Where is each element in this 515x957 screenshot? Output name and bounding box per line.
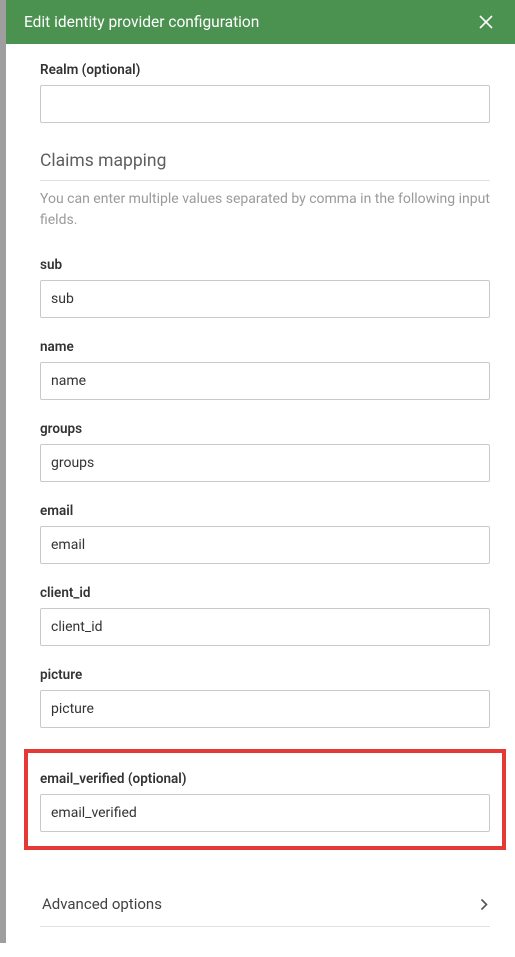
close-button[interactable] (475, 11, 497, 33)
claims-help-text: You can enter multiple values separated … (40, 189, 490, 231)
advanced-options-row[interactable]: Advanced options (40, 882, 490, 927)
email-label: email (40, 503, 490, 519)
emailverified-label: email_verified (optional) (40, 771, 490, 787)
groups-input[interactable] (40, 444, 490, 482)
close-icon (479, 15, 493, 29)
email-input[interactable] (40, 526, 490, 564)
clientid-input[interactable] (40, 608, 490, 646)
emailverified-field-group: email_verified (optional) (40, 771, 490, 832)
groups-label: groups (40, 421, 490, 437)
sub-input[interactable] (40, 280, 490, 318)
picture-field-group: picture (40, 667, 490, 728)
realm-field-group: Realm (optional) (40, 62, 490, 123)
emailverified-input[interactable] (40, 794, 490, 832)
advanced-options-label: Advanced options (42, 895, 162, 913)
clientid-label: client_id (40, 585, 490, 601)
name-field-group: name (40, 339, 490, 400)
realm-label: Realm (optional) (40, 62, 490, 78)
chevron-right-icon (480, 898, 488, 911)
claims-section-title: Claims mapping (40, 151, 490, 181)
sub-label: sub (40, 257, 490, 273)
dialog-title: Edit identity provider configuration (24, 13, 259, 31)
panel-left-edge (0, 0, 6, 943)
sub-field-group: sub (40, 257, 490, 318)
name-input[interactable] (40, 362, 490, 400)
name-label: name (40, 339, 490, 355)
groups-field-group: groups (40, 421, 490, 482)
realm-input[interactable] (40, 85, 490, 123)
picture-label: picture (40, 667, 490, 683)
dialog-header: Edit identity provider configuration (6, 0, 515, 44)
clientid-field-group: client_id (40, 585, 490, 646)
highlight-annotation: email_verified (optional) (24, 749, 506, 850)
email-field-group: email (40, 503, 490, 564)
picture-input[interactable] (40, 690, 490, 728)
